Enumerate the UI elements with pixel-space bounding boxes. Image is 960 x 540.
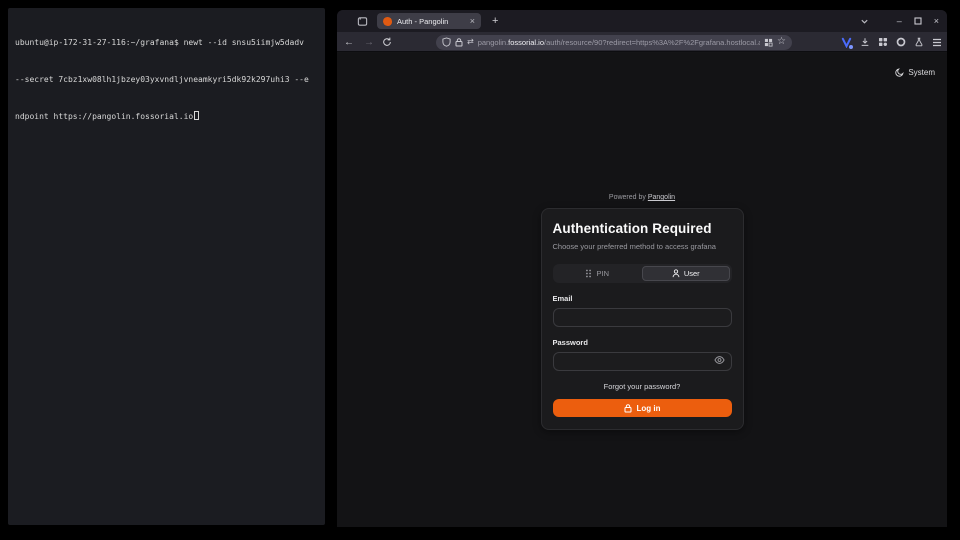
vpn-extension-icon[interactable] — [841, 37, 852, 48]
new-tab-button[interactable]: + — [492, 15, 498, 27]
auth-card: Authentication Required Choose your pref… — [541, 208, 744, 430]
login-button[interactable]: Log in — [553, 399, 732, 417]
terminal-line: --secret 7cbz1xw08lh1jbzey03yxvndljvneam… — [15, 74, 318, 86]
powered-by: Powered by Pangolin — [609, 194, 675, 201]
terminal-window[interactable]: ubuntu@ip-172-31-27-116:~/grafana$ newt … — [8, 8, 325, 525]
firefox-view-icon[interactable] — [357, 16, 368, 27]
tab-close-icon[interactable]: × — [470, 17, 475, 26]
browser-window: Auth - Pangolin × + – × ← → — [337, 10, 947, 527]
reload-button[interactable] — [382, 37, 396, 47]
desktop: { "terminal": { "lines": [ "ubuntu@ip-17… — [0, 0, 960, 540]
lock-icon[interactable] — [455, 38, 463, 47]
terminal-line: ndpoint https://pangolin.fossorial.io — [15, 111, 318, 123]
terminal-cursor — [194, 111, 199, 120]
minimize-button[interactable]: – — [897, 17, 902, 26]
theme-label: System — [908, 68, 935, 77]
close-window-button[interactable]: × — [934, 17, 939, 26]
list-tabs-chevron-icon[interactable] — [860, 17, 869, 26]
browser-toolbar: ← → ⇄ pangolin.fossorial.io/auth/resourc… — [337, 32, 947, 52]
vpn-badge — [849, 45, 853, 49]
menu-hamburger-icon[interactable] — [932, 38, 942, 47]
login-button-label: Log in — [637, 404, 661, 413]
page-content: System Powered by Pangolin Authenticatio… — [337, 53, 947, 527]
url-bar[interactable]: ⇄ pangolin.fossorial.io/auth/resource/90… — [436, 35, 792, 50]
password-label: Password — [553, 338, 732, 347]
forward-button[interactable]: → — [362, 37, 376, 48]
card-subtitle: Choose your preferred method to access g… — [553, 242, 732, 251]
shortcuts-grid-icon[interactable] — [764, 38, 773, 47]
show-password-eye-icon[interactable] — [714, 355, 725, 365]
password-field[interactable] — [553, 352, 732, 371]
keypad-icon — [585, 269, 592, 278]
downloads-icon[interactable] — [860, 37, 870, 47]
pangolin-link[interactable]: Pangolin — [648, 194, 675, 201]
browser-tab-auth-pangolin[interactable]: Auth - Pangolin × — [377, 13, 481, 29]
back-button[interactable]: ← — [342, 37, 356, 48]
lock-button-icon — [624, 404, 632, 413]
tracking-protection-shield-icon[interactable] — [442, 37, 451, 47]
tab-pin[interactable]: PIN — [555, 266, 641, 281]
extensions-icon[interactable] — [878, 37, 888, 47]
terminal-line: ubuntu@ip-172-31-27-116:~/grafana$ newt … — [15, 37, 318, 49]
moon-icon — [895, 68, 904, 77]
tab-title: Auth - Pangolin — [397, 17, 465, 26]
tab-pin-label: PIN — [596, 269, 609, 278]
forgot-password-link[interactable]: Forgot your password? — [553, 382, 732, 391]
tab-bar: Auth - Pangolin × + – × — [337, 10, 947, 32]
tab-user-label: User — [684, 269, 700, 278]
auth-method-tabs: PIN User — [553, 264, 732, 283]
pangolin-favicon-icon — [383, 17, 392, 26]
bookmark-star-icon[interactable]: ☆ — [777, 37, 786, 47]
permissions-switch-icon[interactable]: ⇄ — [467, 38, 474, 46]
flask-extension-icon[interactable] — [914, 37, 924, 47]
theme-toggle[interactable]: System — [895, 68, 935, 77]
tab-user[interactable]: User — [642, 266, 730, 281]
url-text: pangolin.fossorial.io/auth/resource/90?r… — [478, 38, 760, 47]
adblocker-extension-icon[interactable] — [896, 37, 906, 47]
maximize-button[interactable] — [914, 17, 922, 25]
email-label: Email — [553, 294, 732, 303]
email-field[interactable] — [553, 308, 732, 327]
card-title: Authentication Required — [553, 221, 732, 236]
user-icon — [672, 269, 680, 278]
